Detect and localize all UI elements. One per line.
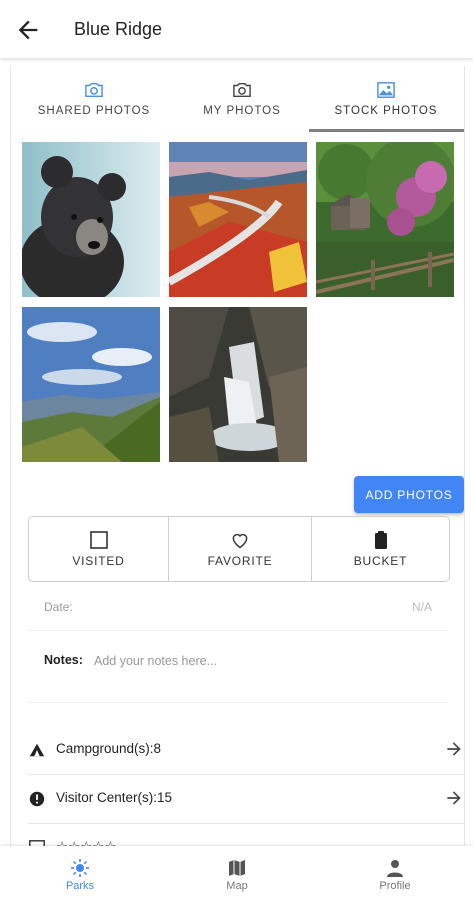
tent-icon (29, 743, 45, 757)
bottom-navigation: Parks Map Profile (0, 846, 473, 900)
image-icon (377, 82, 395, 98)
date-row[interactable]: Date: N/A (28, 586, 448, 631)
bucket-button[interactable]: BUCKET (312, 517, 449, 581)
favorite-label: FAVORITE (207, 554, 273, 568)
date-value: N/A (411, 600, 432, 614)
tab-my-photos[interactable]: MY PHOTOS (167, 66, 317, 132)
tab-label: STOCK PHOTOS (334, 105, 438, 117)
visited-label: VISITED (72, 554, 125, 568)
arrow-forward-icon (447, 791, 461, 805)
nav-parks[interactable]: Parks (20, 846, 140, 900)
favorite-button[interactable]: FAVORITE (169, 517, 311, 581)
notes-row: Notes: (28, 632, 448, 703)
page-title: Blue Ridge (74, 19, 163, 39)
nav-map-label: Map (226, 880, 248, 892)
notes-label: Notes: (44, 653, 83, 667)
photo-mountain-vista[interactable] (22, 307, 160, 462)
photo-viaduct[interactable] (169, 142, 307, 297)
clipboard-icon (374, 531, 387, 549)
notes-input[interactable] (92, 647, 426, 675)
visitor-centers-label: Visitor Center(s):15 (56, 790, 173, 805)
photo-mill[interactable] (316, 142, 454, 297)
sun-icon (71, 859, 89, 877)
bucket-label: BUCKET (353, 554, 408, 568)
tab-indicator (309, 129, 464, 132)
tab-label: SHARED PHOTOS (37, 105, 151, 117)
visited-button[interactable]: VISITED (29, 517, 168, 581)
campgrounds-label: Campground(s):8 (56, 741, 162, 756)
map-icon (229, 860, 245, 876)
heart-outline-icon (232, 533, 248, 549)
tab-shared-photos[interactable]: SHARED PHOTOS (19, 66, 169, 132)
camera-icon (233, 82, 251, 98)
arrow-back-icon (18, 20, 38, 40)
camera-icon (85, 82, 103, 98)
nav-map[interactable]: Map (177, 846, 297, 900)
person-icon (387, 860, 403, 877)
visitor-centers-row[interactable]: Visitor Center(s):15 (28, 775, 464, 824)
photo-tabs: SHARED PHOTOS MY PHOTOS STOCK PHOTOS (11, 66, 464, 132)
photo-waterfall[interactable] (169, 307, 307, 462)
app-bar: Blue Ridge (0, 0, 473, 58)
info-circle-icon (29, 791, 45, 807)
add-photos-button[interactable]: ADD PHOTOS (354, 476, 464, 513)
back-button[interactable] (14, 16, 42, 44)
tab-label: MY PHOTOS (203, 105, 281, 117)
photo-bear-cub[interactable] (22, 142, 160, 297)
nav-profile-label: Profile (379, 880, 411, 892)
nav-parks-label: Parks (65, 880, 95, 892)
arrow-forward-icon (447, 742, 461, 756)
campgrounds-row[interactable]: Campground(s):8 (28, 726, 464, 775)
checkbox-outline-icon (89, 531, 108, 549)
tab-stock-photos[interactable]: STOCK PHOTOS (311, 66, 461, 132)
park-detail-card: SHARED PHOTOS MY PHOTOS STOCK PHOTOS ADD… (10, 66, 465, 856)
status-button-group: VISITED FAVORITE BUCKET (28, 516, 450, 582)
date-label: Date: (44, 600, 73, 614)
nav-profile[interactable]: Profile (335, 846, 455, 900)
